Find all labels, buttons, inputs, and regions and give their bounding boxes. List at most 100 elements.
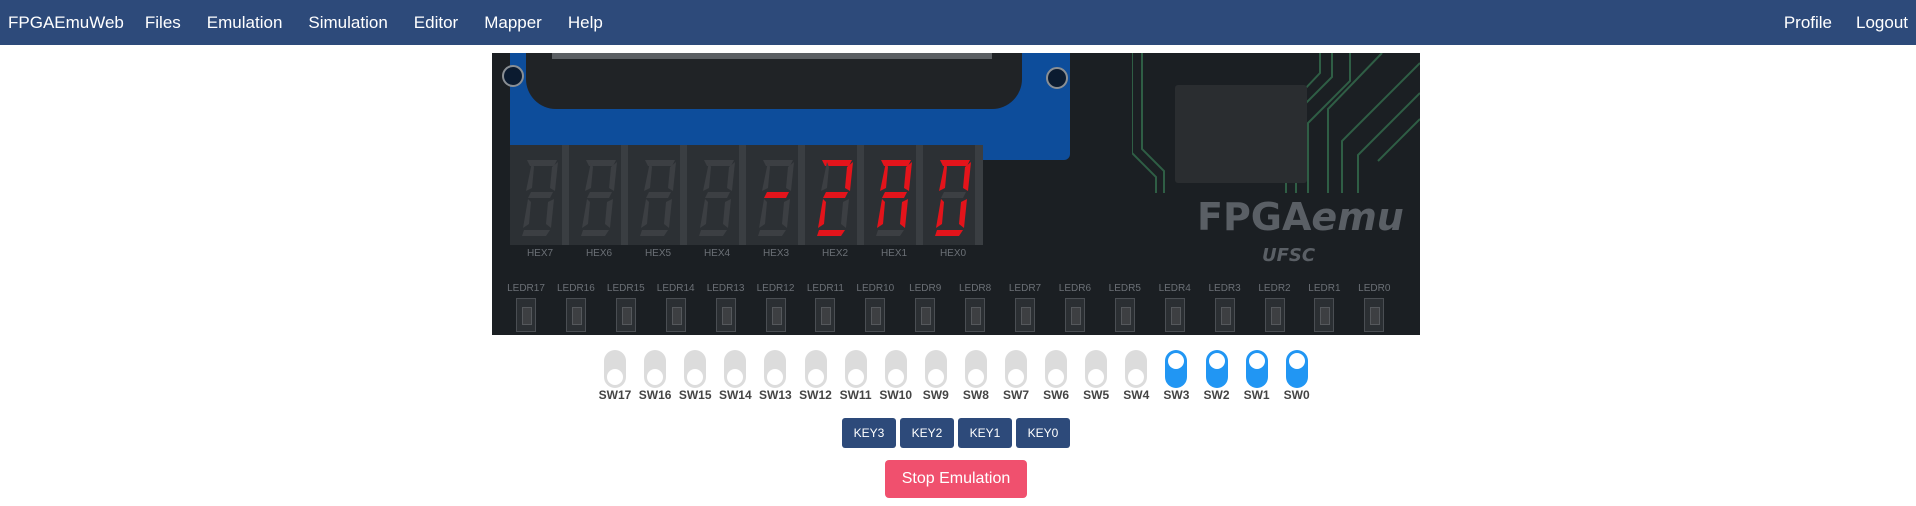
switch-knob	[767, 369, 784, 385]
switch-label: SW17	[598, 388, 632, 402]
switch-label: SW15	[678, 388, 712, 402]
nav-item-simulation[interactable]: Simulation	[308, 13, 387, 33]
segment-g	[941, 192, 966, 198]
fpga-chip	[1175, 85, 1307, 183]
switch-sw10[interactable]	[884, 350, 907, 388]
switch-label: SW10	[879, 388, 913, 402]
hex-label: HEX0	[939, 248, 967, 259]
switch-label: SW3	[1163, 388, 1190, 402]
switch-knob	[1288, 353, 1305, 369]
nav-item-help[interactable]: Help	[568, 13, 603, 33]
led-ledr14	[665, 298, 686, 332]
led-ledr15	[615, 298, 636, 332]
hex-label: HEX4	[703, 248, 731, 259]
switch-sw6[interactable]	[1045, 350, 1068, 388]
switch-knob	[1248, 353, 1265, 369]
switch-knob	[807, 369, 824, 385]
switch-sw17[interactable]	[604, 350, 626, 388]
key-button-key1[interactable]: KEY1	[958, 418, 1012, 448]
led-label: LEDR4	[1158, 283, 1191, 294]
switch-sw1[interactable]	[1245, 350, 1268, 388]
segment-g	[587, 192, 612, 198]
led-ledr11	[815, 298, 836, 332]
switch-sw3[interactable]	[1165, 350, 1188, 388]
switch-knob	[1208, 353, 1225, 369]
switch-label: SW6	[1043, 388, 1070, 402]
segment-g	[764, 192, 789, 198]
led-label: LEDR15	[606, 283, 645, 294]
seven-segment-hex0	[923, 145, 983, 245]
switch-sw11[interactable]	[844, 350, 867, 388]
lcd-screen	[526, 53, 1022, 109]
led-label: LEDR13	[706, 283, 745, 294]
nav-item-emulation[interactable]: Emulation	[207, 13, 283, 33]
switch-label: SW13	[759, 388, 792, 402]
led-label: LEDR1	[1308, 283, 1341, 294]
nav-item-profile[interactable]: Profile	[1784, 13, 1832, 33]
switch-knob	[607, 369, 623, 385]
segment-g	[646, 192, 671, 198]
hex-label: HEX6	[585, 248, 613, 259]
nav-item-logout[interactable]: Logout	[1856, 13, 1908, 33]
switch-label: SW0	[1283, 388, 1310, 402]
switch-knob	[1048, 369, 1065, 385]
switch-label: SW9	[922, 388, 949, 402]
switch-sw14[interactable]	[724, 350, 747, 388]
nav-item-files[interactable]: Files	[145, 13, 181, 33]
led-ledr10	[865, 298, 886, 332]
hex-label: HEX5	[644, 248, 672, 259]
switch-sw12[interactable]	[804, 350, 827, 388]
segment-g	[823, 192, 848, 198]
nav-item-editor[interactable]: Editor	[414, 13, 458, 33]
segment-g	[705, 192, 730, 198]
switch-sw2[interactable]	[1205, 350, 1228, 388]
led-label: LEDR3	[1208, 283, 1241, 294]
switch-label: SW4	[1123, 388, 1150, 402]
switch-label: SW7	[1002, 388, 1029, 402]
switch-sw7[interactable]	[1005, 350, 1027, 388]
switch-sw13[interactable]	[764, 350, 787, 388]
led-label: LEDR9	[909, 283, 942, 294]
seven-segment-hex5	[628, 145, 688, 245]
switch-label: SW2	[1203, 388, 1230, 402]
led-label: LEDR5	[1108, 283, 1141, 294]
switch-knob	[1008, 369, 1024, 385]
seven-segment-hex4	[687, 145, 747, 245]
key-button-key2[interactable]: KEY2	[900, 418, 954, 448]
switch-knob	[887, 369, 904, 385]
switch-sw16[interactable]	[644, 350, 667, 388]
switch-label: SW11	[839, 388, 872, 402]
switch-sw0[interactable]	[1285, 350, 1308, 388]
led-ledr8	[965, 298, 986, 332]
segment-g	[882, 192, 907, 198]
led-label: LEDR6	[1058, 283, 1092, 294]
led-ledr16	[565, 298, 586, 332]
led-label: LEDR10	[856, 283, 895, 294]
switch-sw5[interactable]	[1085, 350, 1108, 388]
nav-item-mapper[interactable]: Mapper	[484, 13, 542, 33]
switch-label: SW5	[1083, 388, 1110, 402]
switch-sw9[interactable]	[924, 350, 947, 388]
app-brand[interactable]: FPGAEmuWeb	[8, 13, 124, 33]
switch-sw4[interactable]	[1125, 350, 1148, 388]
switch-knob	[727, 369, 744, 385]
switch-knob	[687, 369, 704, 385]
switch-knob	[647, 369, 664, 385]
top-navbar: FPGAEmuWeb Files Emulation Simulation Ed…	[0, 0, 1916, 45]
seven-segment-hex3	[746, 145, 806, 245]
key-button-key0[interactable]: KEY0	[1016, 418, 1070, 448]
switch-knob	[1168, 353, 1185, 369]
led-ledr0	[1364, 298, 1385, 332]
switch-sw15[interactable]	[684, 350, 707, 388]
led-ledr2	[1264, 298, 1285, 332]
seven-segment-hex2	[805, 145, 865, 245]
led-ledr13	[715, 298, 736, 332]
switch-knob	[1088, 369, 1105, 385]
led-ledr3	[1214, 298, 1235, 332]
fpga-board: FPGAemu UFSC HEX7 HEX6 HEX5 HEX4 HEX3 HEX2 HEX…	[492, 53, 1420, 335]
stop-emulation-button[interactable]: Stop Emulation	[885, 460, 1027, 498]
key-button-key3[interactable]: KEY3	[842, 418, 896, 448]
led-ledr17	[516, 298, 536, 332]
switch-sw8[interactable]	[964, 350, 987, 388]
lcd-mount-hole	[1046, 67, 1068, 89]
